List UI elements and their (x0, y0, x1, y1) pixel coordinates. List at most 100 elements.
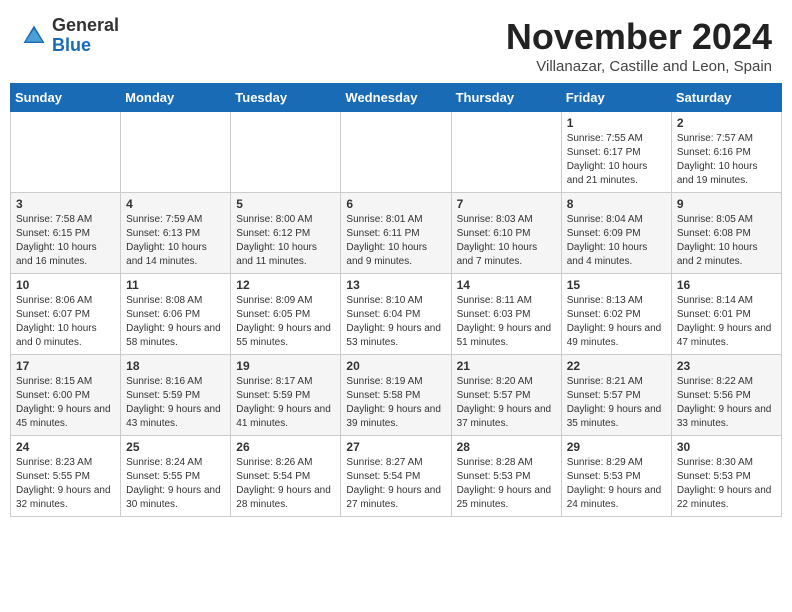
day-info: Sunrise: 8:04 AM Sunset: 6:09 PM Dayligh… (567, 213, 666, 269)
calendar-week-5: 24 Sunrise: 8:23 AM Sunset: 5:55 PM Dayli… (11, 436, 782, 517)
day-info: Sunrise: 8:23 AM Sunset: 5:55 PM Dayligh… (16, 456, 115, 512)
day-info: Sunrise: 8:20 AM Sunset: 5:57 PM Dayligh… (457, 375, 556, 431)
day-number: 10 (16, 278, 115, 292)
calendar-cell: 3Sunrise: 7:58 AM Sunset: 6:15 PM Daylig… (11, 193, 121, 274)
day-info: Sunrise: 8:09 AM Sunset: 6:05 PM Dayligh… (236, 294, 335, 350)
calendar-cell (451, 112, 561, 193)
calendar-cell: 21 Sunrise: 8:20 AM Sunset: 5:57 PM Dayli… (451, 355, 561, 436)
month-title: November 2024 (506, 16, 772, 58)
day-number: 1 (567, 116, 666, 130)
day-info: Sunrise: 7:55 AM Sunset: 6:17 PM Dayligh… (567, 132, 666, 188)
calendar-cell: 22Sunrise: 8:21 AM Sunset: 5:57 PM Dayli… (561, 355, 671, 436)
day-info: Sunrise: 8:19 AM Sunset: 5:58 PM Dayligh… (346, 375, 445, 431)
day-number: 16 (677, 278, 776, 292)
calendar-cell: 13 Sunrise: 8:10 AM Sunset: 6:04 PM Dayli… (341, 274, 451, 355)
calendar-cell: 30 Sunrise: 8:30 AM Sunset: 5:53 PM Dayli… (671, 436, 781, 517)
calendar-cell: 4Sunrise: 7:59 AM Sunset: 6:13 PM Daylig… (121, 193, 231, 274)
calendar-cell: 28 Sunrise: 8:28 AM Sunset: 5:53 PM Dayli… (451, 436, 561, 517)
calendar-cell: 29 Sunrise: 8:29 AM Sunset: 5:53 PM Dayli… (561, 436, 671, 517)
day-number: 23 (677, 359, 776, 373)
day-number: 7 (457, 197, 556, 211)
day-info: Sunrise: 8:03 AM Sunset: 6:10 PM Dayligh… (457, 213, 556, 269)
day-info: Sunrise: 8:14 AM Sunset: 6:01 PM Dayligh… (677, 294, 776, 350)
calendar-container: Sunday Monday Tuesday Wednesday Thursday… (0, 83, 792, 527)
calendar-cell: 5Sunrise: 8:00 AM Sunset: 6:12 PM Daylig… (231, 193, 341, 274)
calendar-cell: 26 Sunrise: 8:26 AM Sunset: 5:54 PM Dayli… (231, 436, 341, 517)
day-number: 24 (16, 440, 115, 454)
day-info: Sunrise: 8:08 AM Sunset: 6:06 PM Dayligh… (126, 294, 225, 350)
calendar-cell: 27 Sunrise: 8:27 AM Sunset: 5:54 PM Dayli… (341, 436, 451, 517)
calendar-body: 1 Sunrise: 7:55 AM Sunset: 6:17 PM Daylig… (11, 112, 782, 517)
logo-general: General (52, 15, 119, 35)
col-thursday: Thursday (451, 84, 561, 112)
header-row: Sunday Monday Tuesday Wednesday Thursday… (11, 84, 782, 112)
day-number: 27 (346, 440, 445, 454)
calendar-cell: 1 Sunrise: 7:55 AM Sunset: 6:17 PM Daylig… (561, 112, 671, 193)
calendar-cell: 15Sunrise: 8:13 AM Sunset: 6:02 PM Dayli… (561, 274, 671, 355)
day-info: Sunrise: 8:30 AM Sunset: 5:53 PM Dayligh… (677, 456, 776, 512)
day-info: Sunrise: 8:16 AM Sunset: 5:59 PM Dayligh… (126, 375, 225, 431)
day-number: 28 (457, 440, 556, 454)
calendar-cell (231, 112, 341, 193)
calendar-cell: 24 Sunrise: 8:23 AM Sunset: 5:55 PM Dayli… (11, 436, 121, 517)
day-info: Sunrise: 8:26 AM Sunset: 5:54 PM Dayligh… (236, 456, 335, 512)
day-number: 21 (457, 359, 556, 373)
day-number: 6 (346, 197, 445, 211)
calendar-cell: 18 Sunrise: 8:16 AM Sunset: 5:59 PM Dayli… (121, 355, 231, 436)
logo-blue: Blue (52, 35, 91, 55)
calendar-cell: 12Sunrise: 8:09 AM Sunset: 6:05 PM Dayli… (231, 274, 341, 355)
day-number: 11 (126, 278, 225, 292)
day-info: Sunrise: 8:06 AM Sunset: 6:07 PM Dayligh… (16, 294, 115, 350)
day-number: 2 (677, 116, 776, 130)
col-wednesday: Wednesday (341, 84, 451, 112)
day-info: Sunrise: 8:21 AM Sunset: 5:57 PM Dayligh… (567, 375, 666, 431)
day-info: Sunrise: 8:22 AM Sunset: 5:56 PM Dayligh… (677, 375, 776, 431)
day-number: 26 (236, 440, 335, 454)
day-info: Sunrise: 8:27 AM Sunset: 5:54 PM Dayligh… (346, 456, 445, 512)
day-number: 20 (346, 359, 445, 373)
calendar-table: Sunday Monday Tuesday Wednesday Thursday… (10, 83, 782, 517)
calendar-cell: 16 Sunrise: 8:14 AM Sunset: 6:01 PM Dayli… (671, 274, 781, 355)
day-number: 17 (16, 359, 115, 373)
title-block: November 2024 Villanazar, Castille and L… (506, 16, 772, 75)
day-number: 14 (457, 278, 556, 292)
day-info: Sunrise: 7:57 AM Sunset: 6:16 PM Dayligh… (677, 132, 776, 188)
logo: General Blue (20, 16, 119, 56)
day-number: 25 (126, 440, 225, 454)
calendar-cell (11, 112, 121, 193)
day-number: 5 (236, 197, 335, 211)
calendar-cell: 10 Sunrise: 8:06 AM Sunset: 6:07 PM Dayli… (11, 274, 121, 355)
day-info: Sunrise: 8:01 AM Sunset: 6:11 PM Dayligh… (346, 213, 445, 269)
day-number: 9 (677, 197, 776, 211)
calendar-header: Sunday Monday Tuesday Wednesday Thursday… (11, 84, 782, 112)
calendar-cell: 9 Sunrise: 8:05 AM Sunset: 6:08 PM Daylig… (671, 193, 781, 274)
calendar-cell: 20 Sunrise: 8:19 AM Sunset: 5:58 PM Dayli… (341, 355, 451, 436)
day-info: Sunrise: 8:10 AM Sunset: 6:04 PM Dayligh… (346, 294, 445, 350)
calendar-cell (341, 112, 451, 193)
day-number: 13 (346, 278, 445, 292)
logo-icon (20, 22, 48, 50)
calendar-cell: 19Sunrise: 8:17 AM Sunset: 5:59 PM Dayli… (231, 355, 341, 436)
calendar-cell: 14Sunrise: 8:11 AM Sunset: 6:03 PM Dayli… (451, 274, 561, 355)
day-info: Sunrise: 8:05 AM Sunset: 6:08 PM Dayligh… (677, 213, 776, 269)
page-header: General Blue November 2024 Villanazar, C… (0, 0, 792, 83)
col-tuesday: Tuesday (231, 84, 341, 112)
day-info: Sunrise: 8:29 AM Sunset: 5:53 PM Dayligh… (567, 456, 666, 512)
calendar-cell: 7 Sunrise: 8:03 AM Sunset: 6:10 PM Daylig… (451, 193, 561, 274)
calendar-cell: 2 Sunrise: 7:57 AM Sunset: 6:16 PM Daylig… (671, 112, 781, 193)
day-number: 30 (677, 440, 776, 454)
calendar-week-2: 3Sunrise: 7:58 AM Sunset: 6:15 PM Daylig… (11, 193, 782, 274)
logo-text: General Blue (52, 16, 119, 56)
col-monday: Monday (121, 84, 231, 112)
col-saturday: Saturday (671, 84, 781, 112)
calendar-cell: 23 Sunrise: 8:22 AM Sunset: 5:56 PM Dayli… (671, 355, 781, 436)
day-number: 18 (126, 359, 225, 373)
day-info: Sunrise: 8:28 AM Sunset: 5:53 PM Dayligh… (457, 456, 556, 512)
location: Villanazar, Castille and Leon, Spain (506, 58, 772, 75)
day-number: 4 (126, 197, 225, 211)
col-friday: Friday (561, 84, 671, 112)
calendar-cell: 8Sunrise: 8:04 AM Sunset: 6:09 PM Daylig… (561, 193, 671, 274)
day-number: 15 (567, 278, 666, 292)
day-number: 19 (236, 359, 335, 373)
day-number: 29 (567, 440, 666, 454)
